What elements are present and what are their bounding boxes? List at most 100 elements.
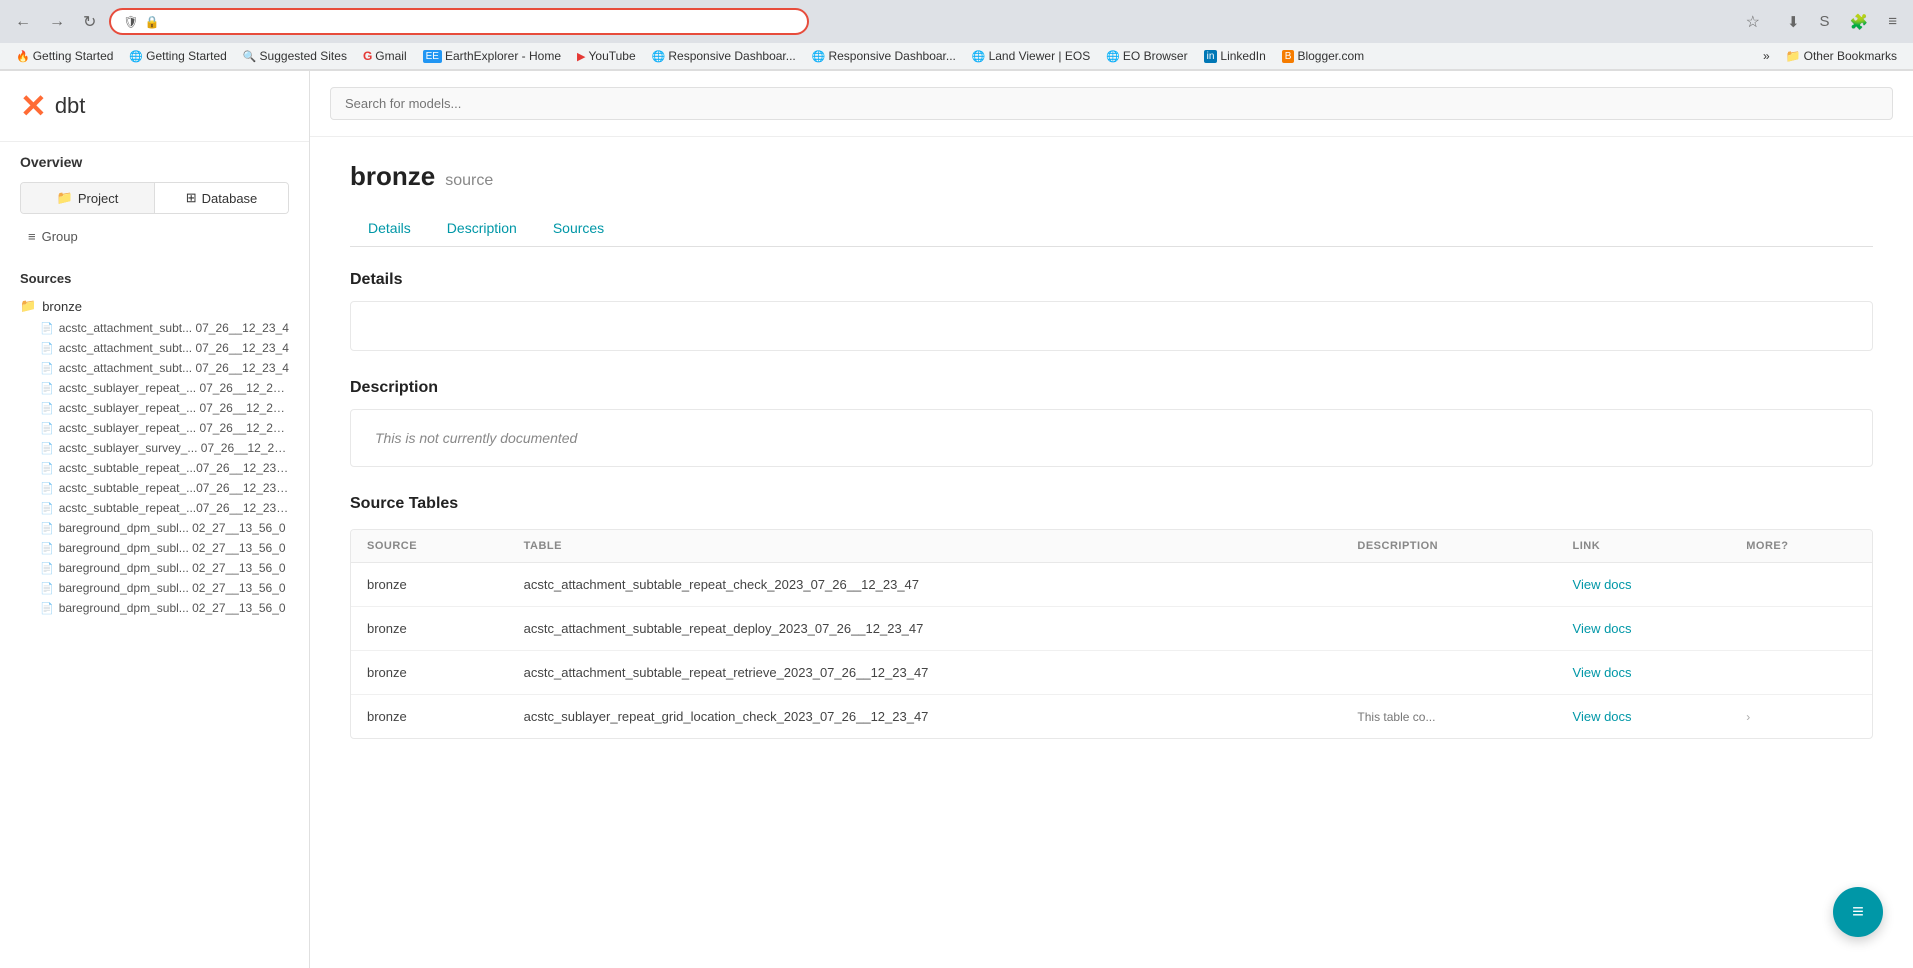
bookmark-star-button[interactable]: ☆ — [1741, 10, 1765, 34]
blogger-icon: B — [1282, 50, 1295, 63]
tree-file-item[interactable]: 📄acstc_sublayer_survey_... 07_26__12_23_… — [20, 438, 289, 458]
bookmark-earthexplorer[interactable]: EE EarthExplorer - Home — [417, 47, 567, 65]
tab-details-link[interactable]: Details — [350, 212, 429, 246]
address-bar[interactable]: 🛡 🔒 https://dbt-dev.naturalstate.tech/#!… — [109, 8, 809, 35]
file-icon: 📄 — [40, 342, 54, 355]
tree-file-item[interactable]: 📄acstc_subtable_repeat_...07_26__12_23_4 — [20, 478, 289, 498]
group-row[interactable]: ≡ Group — [20, 224, 289, 249]
db-tab-icon: ⊞ — [186, 190, 197, 206]
cell-link[interactable]: View docs — [1557, 563, 1731, 607]
tree-file-item[interactable]: 📄acstc_sublayer_repeat_... 07_26__12_23_… — [20, 378, 289, 398]
download-button[interactable]: ⬇ — [1781, 10, 1806, 34]
cell-source: bronze — [351, 695, 508, 739]
bookmark-responsive-2[interactable]: 🌐 Responsive Dashboar... — [806, 47, 962, 65]
account-button[interactable]: S — [1814, 10, 1836, 33]
tree-file-item[interactable]: 📄acstc_sublayer_repeat_... 07_26__12_23_… — [20, 398, 289, 418]
forward-button[interactable]: → — [44, 11, 70, 33]
tab-project[interactable]: 📁 Project — [21, 183, 155, 213]
cell-link[interactable]: View docs — [1557, 695, 1731, 739]
dbt-x-icon: ✕ — [20, 87, 47, 125]
view-docs-link[interactable]: View docs — [1573, 577, 1632, 592]
extensions-button[interactable]: 🧩 — [1844, 10, 1875, 34]
tree-file-item[interactable]: 📄acstc_subtable_repeat_...07_26__12_23_4 — [20, 458, 289, 478]
sources-section-title: Sources — [20, 271, 289, 286]
youtube-icon: ▶ — [577, 50, 585, 63]
tree-file-item[interactable]: 📄bareground_dpm_subl... 02_27__13_56_0 — [20, 598, 289, 618]
page-title: bronze — [350, 161, 435, 192]
table-row: bronze acstc_sublayer_repeat_grid_locati… — [351, 695, 1872, 739]
main-content: bronze source Details Description Source… — [310, 71, 1913, 968]
other-bookmarks[interactable]: 📁 Other Bookmarks — [1780, 47, 1903, 65]
cell-link[interactable]: View docs — [1557, 607, 1731, 651]
page-title-row: bronze source — [350, 161, 1873, 192]
table-row: bronze acstc_attachment_subtable_repeat_… — [351, 563, 1872, 607]
table-row: bronze acstc_attachment_subtable_repeat_… — [351, 607, 1872, 651]
tree-file-item[interactable]: 📄bareground_dpm_subl... 02_27__13_56_0 — [20, 578, 289, 598]
bookmark-eobrowser[interactable]: 🌐 EO Browser — [1100, 47, 1193, 65]
bookmark-getting-started-2[interactable]: 🌐 Getting Started — [123, 47, 232, 65]
file-icon: 📄 — [40, 482, 54, 495]
source-tables-title: Source Tables — [350, 495, 1873, 513]
search-input[interactable] — [330, 87, 1893, 120]
bookmark-linkedin[interactable]: in LinkedIn — [1198, 47, 1272, 65]
tree-file-item[interactable]: 📄acstc_attachment_subt... 07_26__12_23_4 — [20, 338, 289, 358]
bookmark-youtube[interactable]: ▶ YouTube — [571, 47, 642, 65]
search-icon: 🔍 — [243, 50, 257, 63]
menu-button[interactable]: ≡ — [1882, 10, 1903, 33]
back-button[interactable]: ← — [10, 11, 36, 33]
view-docs-link[interactable]: View docs — [1573, 665, 1632, 680]
folder-icon: 📁 — [1786, 49, 1801, 63]
fab-icon: ≡ — [1852, 901, 1864, 924]
tree-file-item[interactable]: 📄acstc_attachment_subt... 07_26__12_23_4 — [20, 318, 289, 338]
view-docs-link[interactable]: View docs — [1573, 621, 1632, 636]
col-more: MORE? — [1730, 530, 1872, 563]
bookmark-suggested-sites[interactable]: 🔍 Suggested Sites — [237, 47, 353, 65]
tree-folder-bronze[interactable]: 📁 bronze — [20, 294, 289, 318]
bookmark-getting-started-1[interactable]: 🔥 Getting Started — [10, 47, 119, 65]
file-icon: 📄 — [40, 582, 54, 595]
cell-source: bronze — [351, 607, 508, 651]
file-icon: 📄 — [40, 402, 54, 415]
linkedin-icon: in — [1204, 50, 1218, 63]
tree-file-item[interactable]: 📄bareground_dpm_subl... 02_27__13_56_0 — [20, 558, 289, 578]
cell-source: bronze — [351, 651, 508, 695]
tree-file-item[interactable]: 📄acstc_subtable_repeat_...07_26__12_23_4 — [20, 498, 289, 518]
cell-description — [1341, 607, 1556, 651]
tree-file-item[interactable]: 📄acstc_attachment_subt... 07_26__12_23_4 — [20, 358, 289, 378]
bookmark-landviewer[interactable]: 🌐 Land Viewer | EOS — [966, 47, 1096, 65]
file-icon: 📄 — [40, 322, 54, 335]
file-icon: 📄 — [40, 362, 54, 375]
details-heading: Details — [350, 271, 1873, 289]
more-bookmarks-button[interactable]: » — [1757, 47, 1776, 65]
tree-file-item[interactable]: 📄bareground_dpm_subl... 02_27__13_56_0 — [20, 518, 289, 538]
ee-icon: EE — [423, 50, 442, 63]
globe-icon-2: 🌐 — [652, 50, 666, 63]
sidebar-logo: ✕ dbt — [0, 71, 309, 142]
cell-link[interactable]: View docs — [1557, 651, 1731, 695]
browser-toolbar-right: ⬇ S 🧩 ≡ — [1781, 10, 1903, 34]
description-text: This is not currently documented — [375, 430, 577, 446]
file-icon: 📄 — [40, 522, 54, 535]
file-list: 📄acstc_attachment_subt... 07_26__12_23_4… — [20, 318, 289, 618]
source-tables: SOURCE TABLE DESCRIPTION LINK MORE? bron… — [351, 530, 1872, 738]
file-icon: 📄 — [40, 602, 54, 615]
tree-file-item[interactable]: 📄bareground_dpm_subl... 02_27__13_56_0 — [20, 538, 289, 558]
cell-table: acstc_attachment_subtable_repeat_retriev… — [508, 651, 1342, 695]
file-icon: 📄 — [40, 462, 54, 475]
view-docs-link[interactable]: View docs — [1573, 709, 1632, 724]
app-layout: ✕ dbt Overview 📁 Project ⊞ Database ≡ Gr… — [0, 71, 1913, 968]
tab-sources-link[interactable]: Sources — [535, 212, 622, 246]
col-source: SOURCE — [351, 530, 508, 563]
cell-table: acstc_attachment_subtable_repeat_check_2… — [508, 563, 1342, 607]
bookmark-gmail[interactable]: G Gmail — [357, 47, 413, 65]
fab-button[interactable]: ≡ — [1833, 887, 1883, 937]
tab-description-link[interactable]: Description — [429, 212, 535, 246]
bookmark-blogger[interactable]: B Blogger.com — [1276, 47, 1370, 65]
dbt-logo: ✕ dbt — [20, 87, 85, 125]
tab-database[interactable]: ⊞ Database — [155, 183, 288, 213]
refresh-button[interactable]: ↻ — [78, 10, 101, 34]
bookmark-responsive-1[interactable]: 🌐 Responsive Dashboar... — [646, 47, 802, 65]
overview-label: Overview — [20, 154, 289, 170]
address-input[interactable]: https://dbt-dev.naturalstate.tech/#!/sou… — [166, 14, 796, 29]
tree-file-item[interactable]: 📄acstc_sublayer_repeat_... 07_26__12_23_… — [20, 418, 289, 438]
